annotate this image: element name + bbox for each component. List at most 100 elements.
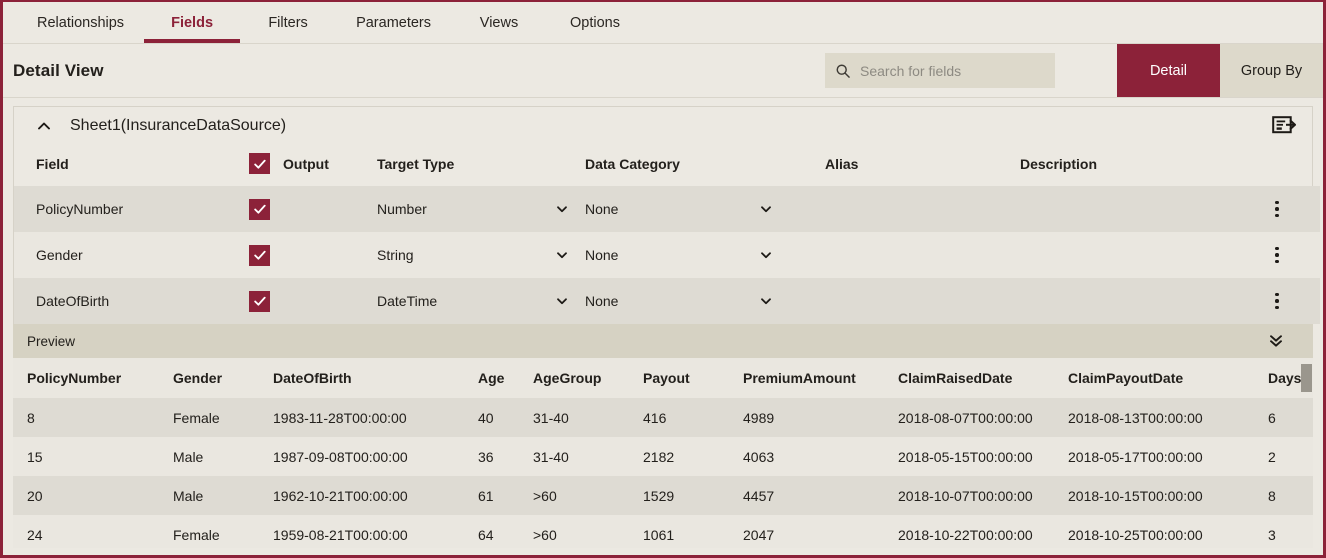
field-target-type-cell: String <box>377 232 585 278</box>
preview-vertical-scrollbar[interactable] <box>1301 358 1312 548</box>
field-data-category-cell: None <box>585 278 825 324</box>
preview-col-claimraiseddate: ClaimRaisedDate <box>898 358 1068 398</box>
tab-relationships[interactable]: Relationships <box>17 2 144 43</box>
tab-fields[interactable]: Fields <box>144 2 241 43</box>
data-category-dropdown[interactable]: None <box>585 293 781 309</box>
table-row[interactable]: 20 Male 1962-10-21T00:00:00 61 >60 1529 … <box>13 476 1313 515</box>
target-type-value: Number <box>377 201 427 217</box>
field-description-cell[interactable] <box>1020 186 1260 232</box>
table-row[interactable]: 24 Female 1959-08-21T00:00:00 64 >60 106… <box>13 515 1313 548</box>
output-checkbox[interactable] <box>249 244 270 266</box>
scrollbar-thumb[interactable] <box>1301 364 1312 392</box>
group-by-button[interactable]: Group By <box>1220 44 1323 97</box>
preview-cell-claimpayoutdate: 2018-10-25T00:00:00 <box>1068 526 1203 543</box>
header-controls: Detail Group By <box>825 44 1323 97</box>
col-header-target-type: Target Type <box>377 155 455 172</box>
tab-views[interactable]: Views <box>451 2 547 43</box>
double-chevron-down-icon[interactable] <box>1267 332 1285 350</box>
fields-header-row: Field Output Target Type Data Category A… <box>14 145 1320 186</box>
col-header-alias: Alias <box>825 155 859 172</box>
preview-cell-policynumber: 20 <box>27 487 43 504</box>
target-type-value: String <box>377 247 414 263</box>
tab-label: Parameters <box>356 14 432 31</box>
tab-label: Fields <box>171 14 214 31</box>
fields-table: Field Output Target Type Data Category A… <box>14 145 1320 324</box>
tab-options[interactable]: Options <box>547 2 643 43</box>
row-menu-icon[interactable] <box>1268 246 1286 264</box>
preview-cell-age: 61 <box>478 487 494 504</box>
tab-label: Options <box>570 14 620 31</box>
search-field-container[interactable] <box>825 53 1055 88</box>
target-type-dropdown[interactable]: Number <box>377 201 577 217</box>
table-row[interactable]: Gender String None <box>14 232 1320 278</box>
target-type-value: DateTime <box>377 293 438 309</box>
preview-col-age: Age <box>478 358 533 398</box>
preview-cell-policynumber: 15 <box>27 448 43 465</box>
table-row[interactable]: PolicyNumber Number None <box>14 186 1320 232</box>
tab-filters[interactable]: Filters <box>240 2 336 43</box>
fields-panel: Sheet1(InsuranceDataSource) Field Output… <box>13 106 1320 324</box>
preview-table-body: 8 Female 1983-11-28T00:00:00 40 31-40 41… <box>13 398 1313 548</box>
check-icon <box>253 204 266 214</box>
target-type-dropdown[interactable]: String <box>377 247 577 263</box>
add-field-icon[interactable] <box>1272 115 1296 137</box>
tab-label: Filters <box>268 14 308 31</box>
preview-col-policynumber: PolicyNumber <box>13 358 173 398</box>
col-header-data-category: Data Category <box>585 155 680 172</box>
field-description-cell[interactable] <box>1020 232 1260 278</box>
data-source-name: Sheet1(InsuranceDataSource) <box>70 117 287 134</box>
preview-cell-claimraiseddate: 2018-08-07T00:00:00 <box>898 409 1033 426</box>
field-alias-cell[interactable] <box>825 186 1020 232</box>
field-description-cell[interactable] <box>1020 278 1260 324</box>
check-icon <box>253 159 266 169</box>
view-mode-toggle: Detail Group By <box>1117 44 1323 97</box>
select-all-checkbox[interactable] <box>249 153 270 174</box>
preview-cell-dateofbirth: 1987-09-08T00:00:00 <box>273 448 408 465</box>
search-icon <box>836 64 850 78</box>
preview-cell-gender: Female <box>173 409 220 426</box>
field-data-category-cell: None <box>585 232 825 278</box>
field-data-category-cell: None <box>585 186 825 232</box>
field-name-cell: PolicyNumber <box>36 201 124 217</box>
field-output-cell <box>249 232 377 278</box>
data-category-dropdown[interactable]: None <box>585 201 781 217</box>
table-row[interactable]: 8 Female 1983-11-28T00:00:00 40 31-40 41… <box>13 398 1313 437</box>
table-row[interactable]: 15 Male 1987-09-08T00:00:00 36 31-40 218… <box>13 437 1313 476</box>
field-actions-cell <box>1260 232 1320 278</box>
detail-view-button[interactable]: Detail <box>1117 44 1220 97</box>
preview-col-agegroup: AgeGroup <box>533 358 643 398</box>
preview-cell-payout: 2182 <box>643 448 675 465</box>
table-row[interactable]: DateOfBirth DateTime None <box>14 278 1320 324</box>
preview-cell-age: 64 <box>478 526 494 543</box>
output-checkbox[interactable] <box>249 290 270 312</box>
tab-parameters[interactable]: Parameters <box>336 2 451 43</box>
search-input[interactable] <box>860 62 1045 79</box>
preview-col-dateofbirth: DateOfBirth <box>273 358 478 398</box>
col-header-output-label: Output <box>283 155 329 172</box>
field-alias-cell[interactable] <box>825 278 1020 324</box>
row-menu-icon[interactable] <box>1268 200 1286 218</box>
chevron-down-icon <box>557 206 567 213</box>
preview-col-gender: Gender <box>173 358 273 398</box>
field-actions-cell <box>1260 186 1320 232</box>
preview-header: Preview <box>13 324 1313 358</box>
preview-table: PolicyNumber Gender DateOfBirth Age AgeG… <box>13 358 1313 548</box>
data-category-dropdown[interactable]: None <box>585 247 781 263</box>
field-alias-cell[interactable] <box>825 232 1020 278</box>
preview-cell-claimpayoutdate: 2018-08-13T00:00:00 <box>1068 409 1203 426</box>
output-checkbox[interactable] <box>249 198 270 220</box>
preview-table-header: PolicyNumber Gender DateOfBirth Age AgeG… <box>13 358 1313 398</box>
row-menu-icon[interactable] <box>1268 292 1286 310</box>
data-source-row[interactable]: Sheet1(InsuranceDataSource) <box>14 107 1312 145</box>
tab-label: Relationships <box>37 14 125 31</box>
preview-cell-payout: 416 <box>643 409 667 426</box>
chevron-down-icon <box>761 206 771 213</box>
target-type-dropdown[interactable]: DateTime <box>377 293 577 309</box>
col-header-field: Field <box>36 155 69 172</box>
chevron-down-icon <box>557 252 567 259</box>
group-by-label: Group By <box>1240 62 1303 79</box>
chevron-up-icon[interactable] <box>36 118 52 134</box>
field-name-cell: Gender <box>36 247 83 263</box>
preview-table-container: PolicyNumber Gender DateOfBirth Age AgeG… <box>13 358 1313 548</box>
preview-col-payout: Payout <box>643 358 743 398</box>
